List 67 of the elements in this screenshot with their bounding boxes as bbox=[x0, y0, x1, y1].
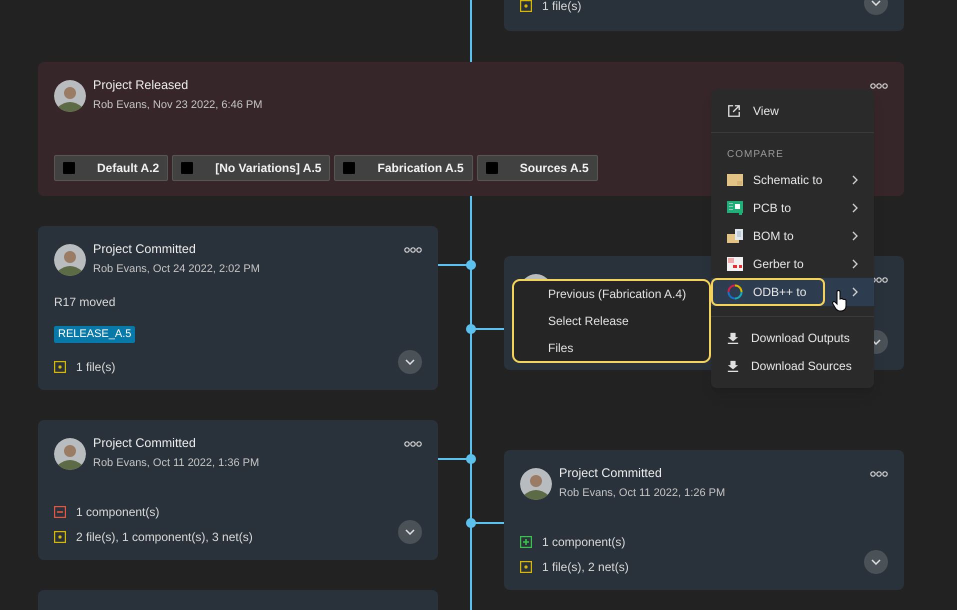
expand-button[interactable] bbox=[398, 520, 422, 544]
chevron-right-icon bbox=[852, 231, 858, 241]
submenu-item[interactable]: Select Release bbox=[514, 308, 709, 334]
menu-item[interactable]: PCB to bbox=[711, 194, 874, 222]
modified-marker-icon bbox=[54, 531, 66, 543]
document-stack-icon bbox=[727, 229, 743, 243]
chevron-down-icon bbox=[871, 0, 881, 6]
plus-icon bbox=[520, 536, 532, 548]
card-byline: Rob Evans, Oct 24 2022, 2:02 PM bbox=[93, 262, 260, 277]
folder-icon bbox=[727, 174, 743, 186]
card-byline: Rob Evans, Oct 11 2022, 1:26 PM bbox=[559, 486, 726, 501]
change-summary: 1 file(s) bbox=[542, 0, 582, 15]
change-summary: 1 file(s), 2 net(s) bbox=[542, 559, 629, 576]
modified-marker-icon bbox=[520, 0, 532, 12]
modified-marker-icon bbox=[54, 361, 66, 373]
chevron-right-icon bbox=[852, 203, 858, 213]
change-summary: 2 file(s), 1 component(s), 3 net(s) bbox=[76, 529, 253, 546]
card-title: Project Committed bbox=[93, 435, 197, 451]
variant-tag[interactable]: Sources A.5 bbox=[476, 155, 598, 181]
submenu-item[interactable]: Files bbox=[514, 334, 709, 362]
menu-item[interactable]: Schematic to bbox=[711, 166, 874, 194]
menu-item[interactable]: View bbox=[711, 89, 874, 133]
avatar bbox=[520, 468, 552, 500]
modified-marker-icon bbox=[520, 561, 532, 573]
expand-button[interactable] bbox=[864, 550, 888, 574]
change-summary: 1 component(s) bbox=[76, 504, 160, 521]
menu-item[interactable]: BOM to bbox=[711, 222, 874, 250]
chevron-right-icon bbox=[852, 287, 858, 297]
chevron-right-icon bbox=[852, 175, 858, 185]
menu-item[interactable]: Download Sources bbox=[711, 352, 874, 380]
card-title: Project Released bbox=[93, 77, 190, 93]
menu-item[interactable]: Download Outputs bbox=[711, 324, 874, 352]
menu-item[interactable]: Gerber to bbox=[711, 250, 874, 278]
card-byline: Rob Evans, Nov 23 2022, 6:46 PM bbox=[93, 98, 262, 113]
change-summary: 1 component(s) bbox=[542, 534, 626, 551]
download-icon bbox=[727, 332, 739, 344]
more-icon[interactable] bbox=[870, 83, 888, 89]
commit-note: R17 moved bbox=[54, 294, 116, 310]
section-heading: COMPARE bbox=[726, 149, 785, 161]
hand-cursor-icon bbox=[832, 290, 848, 312]
download-icon bbox=[727, 360, 739, 372]
more-icon[interactable] bbox=[404, 247, 422, 253]
menu-item[interactable]: ODB++ to bbox=[711, 278, 874, 306]
chevron-down-icon bbox=[405, 529, 415, 535]
card-title: Project Committed bbox=[559, 465, 663, 481]
submenu-item[interactable]: Previous (Fabrication A.4) bbox=[514, 281, 709, 308]
minus-icon bbox=[54, 506, 66, 518]
release-tag: RELEASE_A.5 bbox=[54, 326, 136, 343]
avatar bbox=[54, 438, 86, 470]
card-title: Project Committed bbox=[93, 241, 197, 257]
variant-tag[interactable]: Fabrication A.5 bbox=[334, 155, 473, 181]
chevron-down-icon bbox=[871, 559, 881, 565]
variant-tag[interactable]: [No Variations] A.5 bbox=[172, 155, 330, 181]
avatar bbox=[54, 244, 86, 276]
more-icon[interactable] bbox=[404, 441, 422, 447]
avatar bbox=[54, 80, 86, 112]
chevron-right-icon bbox=[852, 259, 858, 269]
circuit-board-icon bbox=[727, 201, 743, 215]
expand-button[interactable] bbox=[398, 350, 422, 374]
external-link-icon bbox=[727, 104, 741, 118]
change-summary: 1 file(s) bbox=[76, 359, 116, 376]
ring-icon bbox=[727, 284, 743, 300]
more-icon[interactable] bbox=[870, 471, 888, 477]
chevron-down-icon bbox=[405, 359, 415, 365]
document-icon bbox=[727, 257, 743, 271]
card-byline: Rob Evans, Oct 11 2022, 1:36 PM bbox=[93, 456, 260, 471]
variant-tag[interactable]: Default A.2 bbox=[54, 155, 168, 181]
